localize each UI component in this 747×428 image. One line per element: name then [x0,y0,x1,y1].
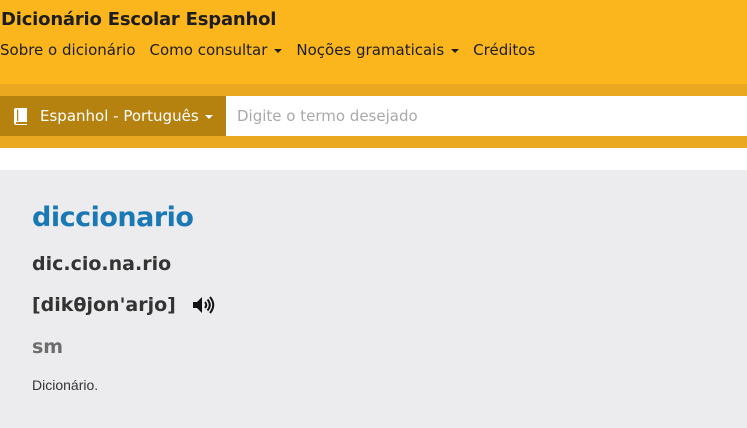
entry-panel: diccionario dic.cio.na.rio [dikθjon'arjo… [0,170,747,428]
site-title[interactable]: Dicionário Escolar Espanhol [1,9,276,30]
entry-syllables: dic.cio.na.rio [32,253,172,275]
search-input[interactable] [226,96,747,136]
caret-down-icon [451,49,460,53]
entry-pronunciation: [dikθjon'arjo] [32,294,176,316]
book-icon [14,107,27,125]
caret-down-icon [204,115,213,119]
divider-strip [0,148,747,170]
nav-item-label: Noções gramaticais [296,41,445,59]
language-select-button[interactable]: Espanhol - Português [0,96,226,136]
entry-part-of-speech: sm [32,336,64,358]
speaker-icon[interactable] [192,295,216,315]
nav-item-label: Sobre o dicionário [0,41,136,59]
nav-item-sobre[interactable]: Sobre o dicionário [0,41,136,59]
pronunciation-row: [dikθjon'arjo] [32,294,216,316]
entry-headword: diccionario [32,202,194,233]
caret-down-icon [274,49,283,53]
search-bar: Espanhol - Português [0,84,747,148]
nav-item-como-consultar[interactable]: Como consultar [150,41,283,59]
nav-item-creditos[interactable]: Créditos [473,41,535,59]
nav-item-label: Créditos [473,41,536,59]
site-header: Dicionário Escolar Espanhol Sobre o dici… [0,0,747,84]
nav-item-nocoes-gramaticais[interactable]: Noções gramaticais [296,41,460,59]
language-select-label: Espanhol - Português [40,107,199,125]
main-nav: Sobre o dicionário Como consultar Noções… [0,41,549,59]
nav-item-label: Como consultar [149,41,268,59]
entry-definition: Dicionário. [32,377,99,393]
